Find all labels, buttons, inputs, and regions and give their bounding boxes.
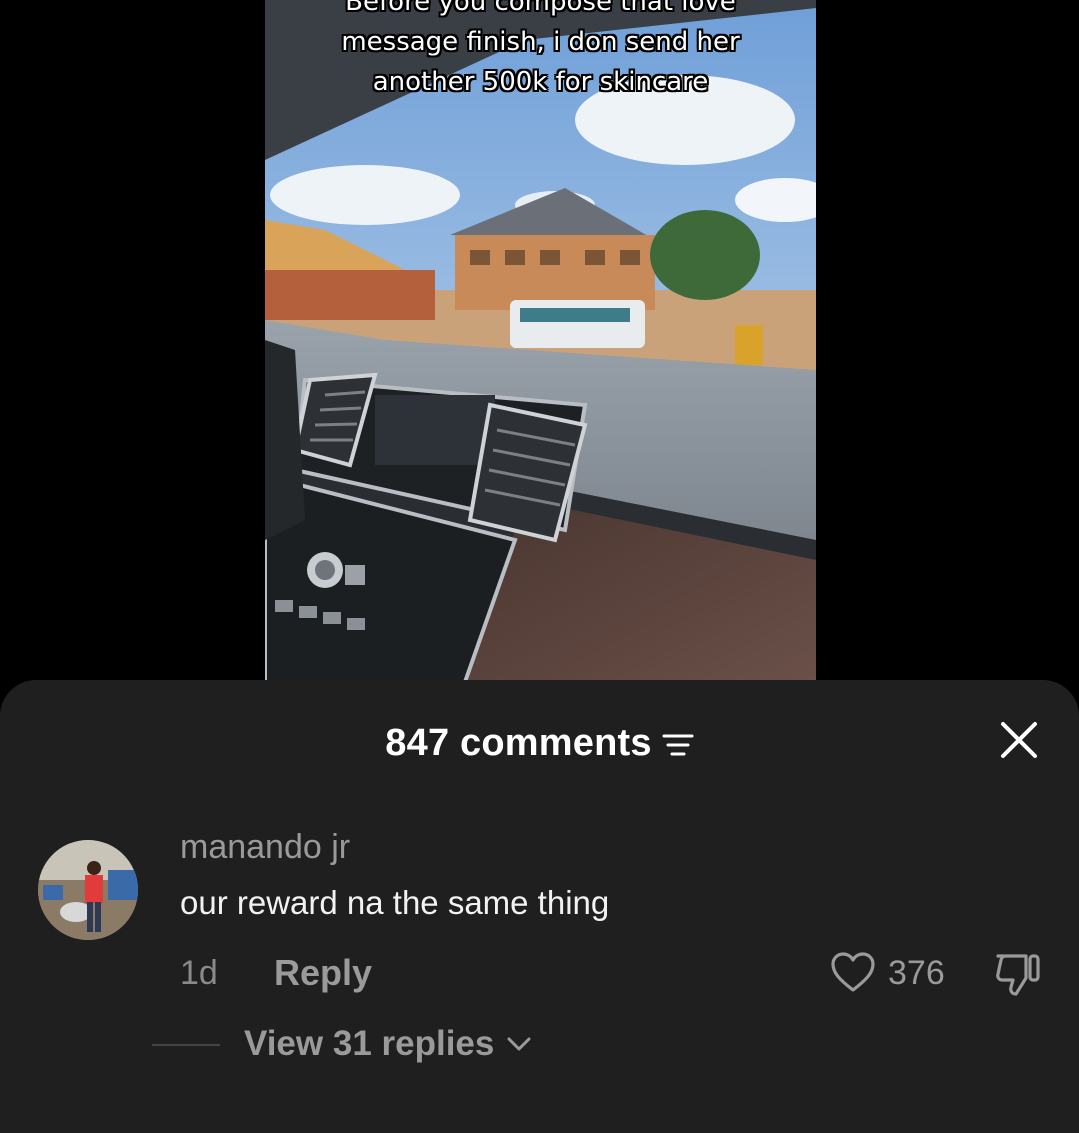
video-player[interactable]: Before you compose that love message fin… [265, 0, 816, 682]
comments-sheet: 847 comments manando jr our reward na th… [0, 680, 1079, 1133]
thumbs-down-icon [996, 954, 1040, 996]
close-icon [1001, 722, 1037, 758]
caption-line: Before you compose that love [345, 0, 736, 17]
caption-line: message finish, i don send her [341, 27, 740, 57]
view-replies-label: View 31 replies [244, 1024, 495, 1063]
dislike-button[interactable] [992, 948, 1044, 1000]
like-count: 376 [888, 954, 945, 992]
heart-outline-icon [831, 952, 875, 992]
comment-age: 1d [180, 954, 218, 992]
avatar[interactable] [38, 840, 138, 940]
reply-button[interactable]: Reply [274, 952, 372, 994]
replies-divider [152, 1044, 220, 1046]
like-button[interactable] [830, 950, 876, 996]
comments-header: 847 comments [0, 718, 1079, 768]
comment-text: our reward na the same thing [180, 884, 610, 921]
filter-lines-icon[interactable] [662, 733, 694, 757]
video-caption: Before you compose that love message fin… [265, 0, 816, 102]
comment-item: manando jr our reward na the same thing … [38, 828, 1048, 1133]
comment-username[interactable]: manando jr [180, 828, 350, 867]
screen: Before you compose that love message fin… [0, 0, 1079, 1133]
caption-line: another 500k for skincare [372, 67, 709, 97]
comments-title: 847 comments [385, 721, 652, 764]
video-frame-scene [265, 0, 816, 682]
view-replies-button[interactable]: View 31 replies [244, 1024, 532, 1064]
close-button[interactable] [999, 720, 1039, 760]
chevron-down-icon [507, 1037, 531, 1051]
